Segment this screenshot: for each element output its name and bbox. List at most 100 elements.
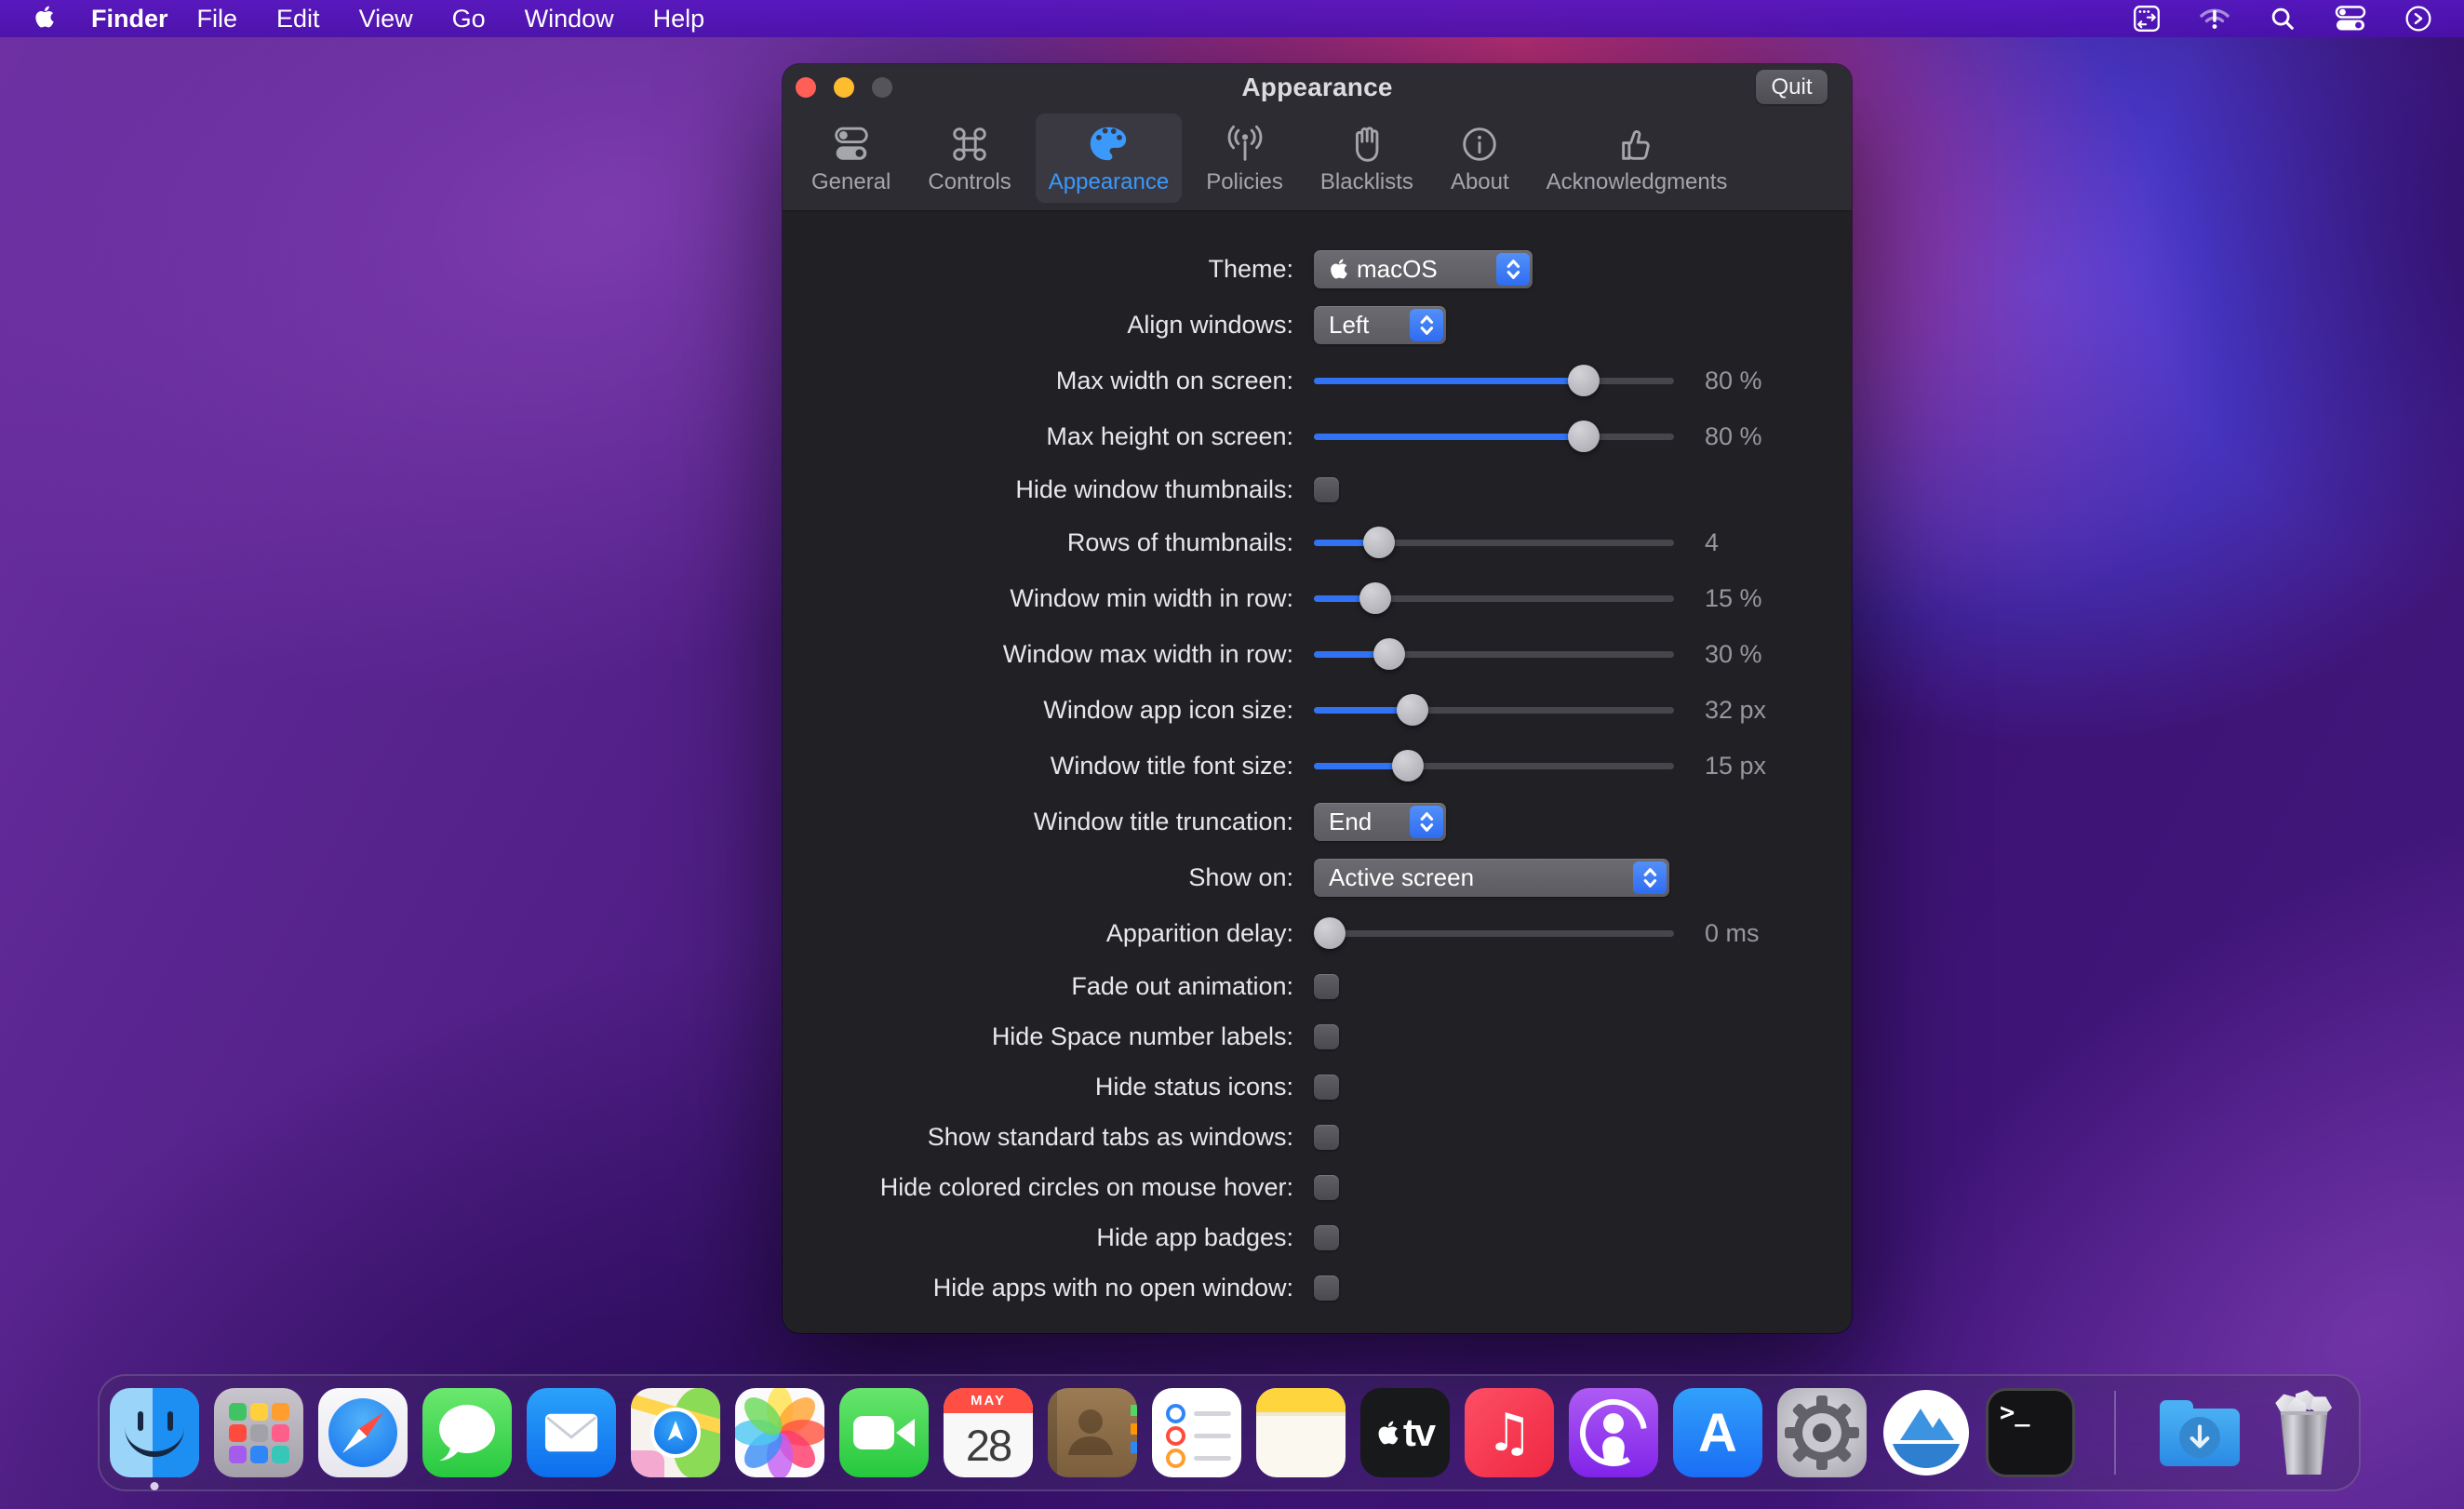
apparition-delay-slider[interactable] [1314, 930, 1674, 937]
select-stepper-icon[interactable] [1410, 309, 1443, 341]
wifi-alert-icon[interactable] [2198, 5, 2231, 33]
window-title-truncation-select[interactable]: End [1314, 803, 1446, 841]
hide-window-thumbnails-checkbox[interactable] [1314, 477, 1339, 502]
slider-thumb[interactable] [1397, 694, 1428, 726]
running-indicator [151, 1482, 159, 1490]
dock-separator [2114, 1391, 2116, 1475]
window-max-width-in-row-slider[interactable] [1314, 651, 1674, 658]
window-title-font-size-slider[interactable] [1314, 763, 1674, 769]
slider-thumb[interactable] [1568, 421, 1600, 452]
label-window-app-icon-size: Window app icon size: [783, 696, 1293, 725]
hide-apps-with-no-open-window-checkbox[interactable] [1314, 1275, 1339, 1301]
window-app-icon-size-value: 32 px [1705, 696, 1766, 725]
max-height-on-screen-slider[interactable] [1314, 434, 1674, 440]
dock-finder-icon[interactable] [110, 1388, 199, 1477]
select-stepper-icon[interactable] [1496, 253, 1530, 286]
dock-photos-icon[interactable] [735, 1388, 824, 1477]
label-window-title-truncation: Window title truncation: [783, 808, 1293, 836]
menu-window[interactable]: Window [505, 5, 634, 33]
close-button[interactable] [796, 77, 816, 98]
control-center-icon[interactable] [2334, 5, 2367, 33]
tab-label: Acknowledgments [1547, 169, 1728, 195]
app-store-letter: A [1698, 1402, 1737, 1464]
slider-thumb[interactable] [1314, 917, 1346, 949]
dock-launchpad-icon[interactable] [214, 1388, 303, 1477]
menu-file[interactable]: File [178, 5, 258, 33]
dock-app-cleaner-icon[interactable] [1881, 1388, 1971, 1477]
tab-about[interactable]: About [1438, 114, 1522, 203]
apple-menu[interactable] [33, 6, 56, 33]
dock-system-preferences-icon[interactable] [1777, 1388, 1867, 1477]
tab-general[interactable]: General [798, 114, 904, 203]
tv-label: tv [1403, 1410, 1434, 1455]
show-standard-tabs-as-windows-checkbox[interactable] [1314, 1125, 1339, 1150]
fade-out-animation-checkbox[interactable] [1314, 974, 1339, 999]
show-on-select[interactable]: Active screen [1314, 859, 1669, 897]
row-align-windows: Align windows: Left [783, 297, 1852, 353]
slider-thumb[interactable] [1392, 750, 1424, 781]
select-stepper-icon[interactable] [1633, 861, 1667, 894]
max-width-on-screen-slider[interactable] [1314, 378, 1674, 384]
label-apparition-delay: Apparition delay: [783, 919, 1293, 948]
tab-appearance[interactable]: Appearance [1036, 114, 1182, 203]
menu-bar: Finder FileEditViewGoWindowHelp [0, 0, 2464, 37]
menu-go[interactable]: Go [433, 5, 505, 33]
dock: MAY28 tv ♫ A >_ [98, 1374, 2361, 1491]
menu-view[interactable]: View [340, 5, 433, 33]
hide-status-icons-checkbox[interactable] [1314, 1075, 1339, 1100]
row-theme: Theme:macOS [783, 241, 1852, 297]
rows-of-thumbnails-slider[interactable] [1314, 540, 1674, 546]
tab-label: Appearance [1049, 169, 1169, 195]
label-show-on: Show on: [783, 863, 1293, 892]
slider-thumb[interactable] [1568, 365, 1600, 396]
theme-select[interactable]: macOS [1314, 250, 1533, 288]
dock-trash-icon[interactable] [2259, 1388, 2349, 1477]
hide-colored-circles-on-mouse-hover-checkbox[interactable] [1314, 1175, 1339, 1200]
dock-safari-icon[interactable] [318, 1388, 408, 1477]
dock-facetime-icon[interactable] [839, 1388, 929, 1477]
minimize-button[interactable] [834, 77, 854, 98]
tab-acknowledgments[interactable]: Acknowledgments [1533, 114, 1741, 203]
tab-controls[interactable]: Controls [915, 114, 1024, 203]
hide-space-number-labels-checkbox[interactable] [1314, 1024, 1339, 1049]
row-fade-out-animation: Fade out animation: [783, 961, 1852, 1011]
tab-policies[interactable]: Policies [1193, 114, 1296, 203]
align-windows-select[interactable]: Left [1314, 306, 1446, 344]
tab-label: Policies [1206, 169, 1283, 195]
slider-thumb[interactable] [1363, 527, 1395, 558]
tab-blacklists[interactable]: Blacklists [1307, 114, 1426, 203]
dock-notes-icon[interactable] [1256, 1388, 1346, 1477]
menu-app-name[interactable]: Finder [82, 5, 178, 33]
dock-contacts-icon[interactable] [1048, 1388, 1137, 1477]
select-stepper-icon[interactable] [1410, 806, 1443, 838]
dock-terminal-icon[interactable]: >_ [1986, 1388, 2075, 1477]
dock-calendar-icon[interactable]: MAY28 [944, 1388, 1033, 1477]
window-switcher-icon[interactable] [2133, 5, 2161, 33]
dock-reminders-icon[interactable] [1152, 1388, 1241, 1477]
menu-help[interactable]: Help [634, 5, 725, 33]
user-circle-icon[interactable] [2404, 5, 2432, 33]
menu-edit[interactable]: Edit [257, 5, 340, 33]
window-max-width-in-row-value: 30 % [1705, 640, 1762, 669]
label-rows-of-thumbnails: Rows of thumbnails: [783, 528, 1293, 557]
theme-selected-value: macOS [1329, 255, 1438, 284]
slider-thumb[interactable] [1359, 582, 1391, 614]
window-app-icon-size-slider[interactable] [1314, 707, 1674, 714]
dock-messages-icon[interactable] [422, 1388, 512, 1477]
dock-podcasts-icon[interactable] [1569, 1388, 1658, 1477]
dock-maps-icon[interactable] [631, 1388, 720, 1477]
dock-music-icon[interactable]: ♫ [1465, 1388, 1554, 1477]
dock-mail-icon[interactable] [527, 1388, 616, 1477]
dock-tv-icon[interactable]: tv [1360, 1388, 1450, 1477]
quit-button[interactable]: Quit [1756, 70, 1828, 104]
window-title-truncation-selected-value: End [1329, 808, 1372, 836]
slider-thumb[interactable] [1373, 638, 1405, 670]
hide-app-badges-checkbox[interactable] [1314, 1225, 1339, 1250]
dock-app-store-icon[interactable]: A [1673, 1388, 1762, 1477]
music-note-glyph: ♫ [1486, 1403, 1533, 1463]
label-align-windows: Align windows: [783, 311, 1293, 340]
spotlight-search-icon[interactable] [2269, 5, 2297, 33]
window-min-width-in-row-slider[interactable] [1314, 595, 1674, 602]
dock-downloads-icon[interactable] [2155, 1388, 2244, 1477]
title-bar[interactable]: Appearance Quit [783, 64, 1852, 110]
